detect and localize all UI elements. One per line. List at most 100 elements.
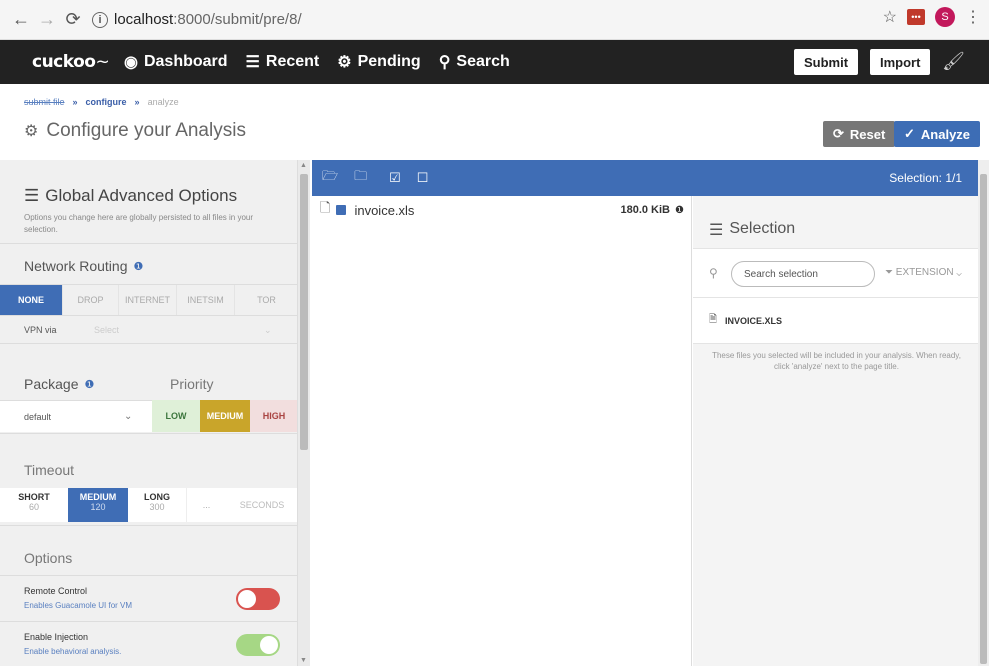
cogs-icon: ⚙ <box>337 54 352 71</box>
info-icon[interactable]: ❶ <box>84 378 94 391</box>
priority-medium[interactable]: MEDIUM <box>200 400 250 432</box>
star-icon[interactable]: ☆ <box>883 7 897 27</box>
info-icon[interactable]: ❶ <box>134 260 144 273</box>
chevron-down-icon: ⌄ <box>124 411 133 422</box>
remote-control-label: Remote Control <box>24 586 88 596</box>
selection-note: These files you selected will be include… <box>712 351 961 371</box>
injection-label: Enable Injection <box>24 632 89 642</box>
chevron-right-icon: » <box>72 97 78 107</box>
file-row[interactable]: 🗋 invoice.xls 180.0 KiB ❶ <box>312 196 692 224</box>
right-scrollbar[interactable] <box>978 160 989 666</box>
routing-selector: NONE DROP INTERNET INETSIM TOR <box>0 284 297 316</box>
menu-icon[interactable]: ⋮ <box>965 7 981 27</box>
package-label: Package ❶ <box>24 376 95 392</box>
profile-avatar[interactable]: S <box>935 7 955 27</box>
routing-drop[interactable]: DROP <box>63 285 119 315</box>
analyze-button[interactable]: ✓ Analyze <box>894 121 981 147</box>
chevron-down-icon: ⌄ <box>264 324 272 335</box>
options-section: Options <box>0 526 297 576</box>
file-tree: 🗋 invoice.xls 180.0 KiB ❶ <box>312 196 692 666</box>
timeout-selector: SHORT 60 MEDIUM 120 LONG 300 ... SECONDS <box>0 488 297 522</box>
file-size: 180.0 KiB <box>620 204 670 216</box>
refresh-icon: ⟳ <box>833 126 844 141</box>
vpn-select[interactable]: Select <box>94 325 264 335</box>
package-select[interactable]: default ⌄ <box>0 400 152 432</box>
injection-row: Enable Injection Enable behavioral analy… <box>0 622 297 666</box>
priority-high[interactable]: HIGH <box>250 400 297 432</box>
file-name: invoice.xls <box>354 202 415 218</box>
cuckoo-logo[interactable]: cuckoo~ <box>32 52 124 72</box>
list-icon: ☰ <box>709 222 724 239</box>
submit-button[interactable]: Submit <box>794 49 859 75</box>
vpn-row: VPN via Select ⌄ <box>0 316 297 344</box>
selection-item-name: INVOICE.XLS <box>725 315 783 326</box>
address-bar[interactable]: i localhost:8000/submit/pre/8/ <box>92 6 302 34</box>
reset-label: Reset <box>849 126 886 142</box>
navbar: cuckoo~ ◉ Dashboard ☰ Recent ⚙ Pending ⚲ Sea… <box>0 40 989 84</box>
crumb-analyze: analyze <box>147 97 179 107</box>
injection-desc: Enable behavioral analysis. <box>24 647 122 656</box>
scroll-up-icon[interactable]: ▲ <box>300 162 307 169</box>
priority-selector: LOW MEDIUM HIGH <box>152 400 297 432</box>
selection-panel: ☰ Selection ⚲ Search selection ⏷ EXTENSIO… <box>693 196 978 666</box>
crumb-submit-file[interactable]: submit file <box>24 97 65 107</box>
forward-icon[interactable]: → <box>34 7 60 33</box>
check-all-icon[interactable]: ☑ <box>389 170 401 186</box>
routing-none[interactable]: NONE <box>0 285 63 315</box>
timeout-medium[interactable]: MEDIUM 120 <box>68 488 128 522</box>
reset-button[interactable]: ⟳ Reset <box>823 121 896 147</box>
reload-icon[interactable]: ⟳ <box>60 7 86 33</box>
selection-title: ☰ Selection <box>709 220 796 239</box>
remote-control-desc: Enables Guacamole UI for VM <box>24 601 133 610</box>
timeout-short[interactable]: SHORT 60 <box>0 488 68 522</box>
crumb-configure: configure <box>85 97 127 107</box>
nav-dashboard[interactable]: ◉ Dashboard <box>124 52 228 72</box>
info-icon[interactable]: ❶ <box>675 205 684 216</box>
import-button[interactable]: Import <box>870 49 931 75</box>
file-toolbar: 🗁 🗀 ☑ ☐ Selection: 1/1 <box>312 160 978 196</box>
info-icon[interactable]: i <box>92 11 108 28</box>
options-label: Options <box>24 550 73 566</box>
nav-recent[interactable]: ☰ Recent <box>246 52 320 72</box>
extension-icon[interactable]: ••• <box>907 9 925 25</box>
page-title-text: Configure your Analysis <box>46 120 246 141</box>
routing-tor[interactable]: TOR <box>235 285 297 315</box>
routing-inetsim[interactable]: INETSIM <box>177 285 235 315</box>
routing-internet[interactable]: INTERNET <box>119 285 177 315</box>
global-options-header: ☰ Global Advanced Options Options you cha… <box>0 160 297 244</box>
scroll-down-icon[interactable]: ▼ <box>300 657 307 664</box>
selection-count: Selection: 1/1 <box>889 171 962 185</box>
check-icon: ✓ <box>904 126 915 141</box>
breadcrumb: submit file » configure » analyze <box>24 97 179 107</box>
remote-control-row: Remote Control Enables Guacamole UI for … <box>0 576 297 622</box>
priority-low[interactable]: LOW <box>152 400 200 432</box>
list-icon: ☰ <box>245 54 260 71</box>
folder-open-icon[interactable]: 🗁 <box>322 167 338 189</box>
uncheck-all-icon[interactable]: ☐ <box>417 170 429 186</box>
browser-toolbar: ← → ⟳ i localhost:8000/submit/pre/8/ ☆ •… <box>0 0 989 40</box>
remote-control-toggle[interactable] <box>236 588 280 610</box>
timeout-long[interactable]: LONG 300 <box>128 488 186 522</box>
timeout-label: Timeout <box>24 462 75 478</box>
nav-pending[interactable]: ⚙ Pending <box>337 52 420 72</box>
search-icon: ⚲ <box>709 266 718 280</box>
chevron-right-icon: » <box>134 97 140 107</box>
scroll-thumb[interactable] <box>980 174 987 664</box>
brush-icon[interactable]: 🖌 <box>942 51 965 72</box>
file-checkbox[interactable] <box>336 205 347 215</box>
left-scrollbar[interactable]: ▲ ▼ <box>298 160 310 666</box>
vpn-label: VPN via <box>24 325 57 335</box>
list-icon: ☰ <box>24 186 40 205</box>
injection-toggle[interactable] <box>236 634 280 656</box>
timeout-section: Timeout SHORT 60 MEDIUM 120 LONG 300 ... SE… <box>0 434 297 526</box>
folder-icon[interactable]: 🗀 <box>354 167 367 189</box>
extension-filter[interactable]: ⏷ EXTENSION ⌄ <box>885 267 962 278</box>
scroll-thumb[interactable] <box>300 174 308 450</box>
selection-search-input[interactable]: Search selection <box>731 261 875 287</box>
package-priority-section: Package ❶ Priority default ⌄ LOW MEDIUM H… <box>0 344 297 434</box>
nav-search[interactable]: ⚲ Search <box>439 52 510 72</box>
network-routing-label: Network Routing ❶ <box>24 258 144 274</box>
selection-item[interactable]: 🗎 INVOICE.XLS <box>693 298 978 344</box>
timeout-custom-input[interactable]: ... <box>186 488 226 522</box>
back-icon[interactable]: ← <box>8 7 34 33</box>
